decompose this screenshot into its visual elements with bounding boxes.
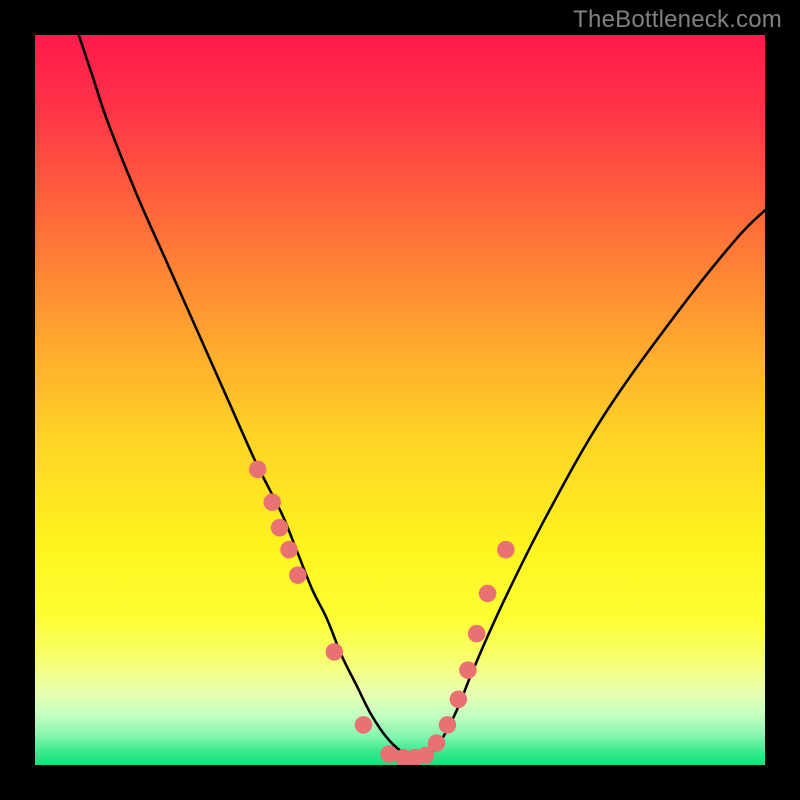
marker-dot — [439, 716, 457, 734]
marker-dot — [428, 734, 446, 752]
marker-dot — [263, 493, 281, 511]
marker-dots — [249, 461, 515, 765]
marker-dot — [289, 566, 307, 584]
marker-dot — [450, 691, 468, 709]
plot-area — [35, 35, 765, 765]
marker-dot — [380, 745, 398, 763]
marker-dot — [459, 661, 477, 679]
image-frame: TheBottleneck.com — [0, 0, 800, 800]
marker-dot — [271, 519, 289, 537]
dots-layer — [35, 35, 765, 765]
marker-dot — [280, 541, 298, 559]
marker-dot — [326, 643, 344, 661]
marker-dot — [479, 585, 497, 603]
marker-dot — [355, 716, 373, 734]
marker-dot — [468, 625, 486, 643]
watermark-text: TheBottleneck.com — [573, 6, 782, 34]
marker-dot — [249, 461, 267, 479]
marker-dot — [497, 541, 515, 559]
